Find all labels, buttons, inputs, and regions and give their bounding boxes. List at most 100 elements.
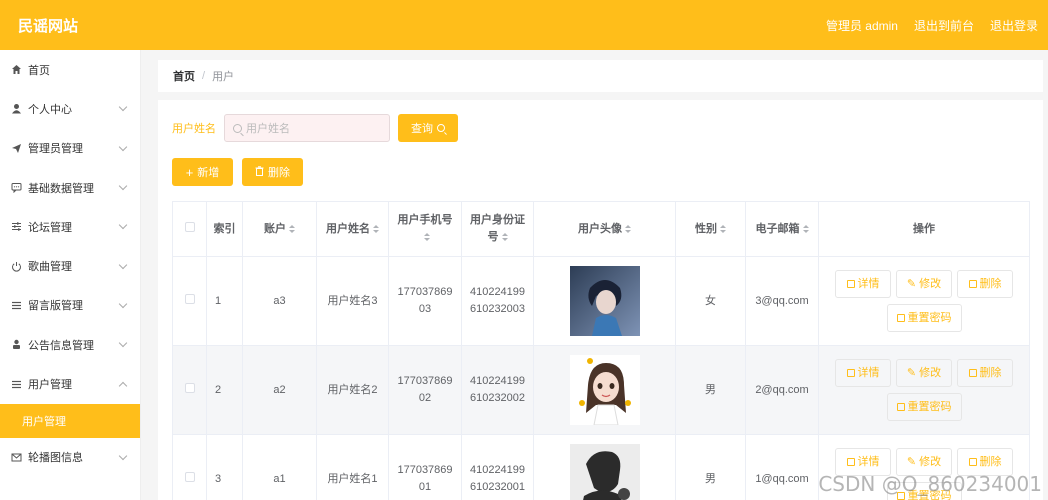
cell-gender: 男	[675, 434, 746, 500]
search-icon	[233, 123, 242, 133]
col-idcard[interactable]: 用户身份证号	[461, 201, 534, 257]
chevron-down-icon	[118, 142, 128, 151]
sidebar-item-label: 留言版管理	[28, 300, 83, 313]
sidebar-item-songs[interactable]: 歌曲管理	[0, 246, 140, 285]
col-gender[interactable]: 性别	[675, 201, 746, 257]
detail-label: 详情	[857, 277, 880, 290]
col-ops-label: 操作	[913, 222, 935, 235]
logout-link[interactable]: 退出登录	[990, 17, 1038, 34]
query-button-label: 查询	[411, 123, 433, 135]
list-icon	[11, 300, 22, 311]
select-all-cell	[172, 201, 207, 257]
cell-idcard: 410224199610232001	[461, 434, 534, 500]
delete-button[interactable]: 删除	[957, 359, 1013, 387]
sidebar-item-users[interactable]: 用户管理	[0, 364, 140, 403]
col-account[interactable]: 账户	[242, 201, 317, 257]
trash-icon	[255, 165, 264, 179]
cell-email: 3@qq.com	[745, 256, 819, 346]
batch-delete-button[interactable]: 删除	[242, 158, 303, 186]
cell-account: a3	[242, 256, 317, 346]
detail-button[interactable]: 详情	[835, 270, 891, 298]
admin-label: 管理员 admin	[825, 18, 898, 33]
cell-idcard: 410224199610232002	[461, 345, 534, 435]
sort-icon[interactable]	[720, 224, 726, 233]
cell-phone: 17703786901	[388, 434, 462, 500]
sort-icon[interactable]	[373, 224, 379, 233]
sidebar-item-carousel[interactable]: 轮播图信息	[0, 438, 140, 477]
chevron-up-icon	[118, 381, 128, 390]
cell-gender: 女	[675, 256, 746, 346]
sidebar-item-profile[interactable]: 个人中心	[0, 89, 140, 128]
detail-button[interactable]: 详情	[835, 359, 891, 387]
person-icon	[11, 339, 22, 350]
sort-icon[interactable]	[501, 233, 508, 242]
top-bar: 民谣网站 管理员 admin 退出到前台 退出登录	[0, 0, 1048, 50]
sidebar-item-home[interactable]: 首页	[0, 50, 140, 89]
send-icon	[11, 143, 22, 154]
reset-password-button[interactable]: 重置密码	[886, 304, 962, 332]
sidebar-item-label: 基础数据管理	[28, 182, 94, 195]
col-avatar[interactable]: 用户头像	[533, 201, 676, 257]
cell-idcard-text: 410224199610232001	[469, 464, 526, 493]
edit-button[interactable]: ✎ 修改	[896, 270, 952, 298]
main-content: 首页 / 用户 用户姓名 用户姓名 查询 + 新增 删除 索引 账户 用户姓名 …	[158, 60, 1043, 500]
row-actions: 详情 ✎ 修改 删除 重置密码	[819, 270, 1029, 332]
detail-label: 详情	[857, 455, 880, 468]
cell-index: 2	[206, 345, 243, 435]
edit-button[interactable]: ✎ 修改	[896, 359, 952, 387]
row-checkbox[interactable]	[184, 471, 195, 482]
sidebar-item-messages[interactable]: 留言版管理	[0, 286, 140, 325]
document-icon	[846, 280, 855, 288]
sort-icon[interactable]	[423, 233, 430, 242]
row-actions: 详情 ✎ 修改 删除 重置密码	[819, 359, 1029, 421]
front-link[interactable]: 退出到前台	[914, 17, 974, 34]
col-phone[interactable]: 用户手机号	[388, 201, 462, 257]
sidebar-item-notices[interactable]: 公告信息管理	[0, 325, 140, 364]
breadcrumb-current: 用户	[212, 71, 235, 83]
sidebar-subitem-user-manage[interactable]: 用户管理	[0, 403, 140, 438]
sidebar-item-basedata[interactable]: 基础数据管理	[0, 168, 140, 207]
chevron-down-icon	[118, 181, 128, 191]
sort-icon[interactable]	[289, 224, 295, 233]
cell-avatar	[533, 345, 676, 435]
row-checkbox[interactable]	[184, 293, 195, 304]
cell-email: 1@qq.com	[745, 434, 819, 500]
document-icon	[846, 458, 855, 466]
col-gender-label: 性别	[695, 222, 717, 235]
cell-avatar	[533, 256, 676, 346]
sidebar-item-admin[interactable]: 管理员管理	[0, 129, 140, 168]
cell-ops: 详情 ✎ 修改 删除 重置密码	[818, 256, 1030, 346]
row-checkbox[interactable]	[184, 382, 195, 393]
cell-account: a2	[242, 345, 317, 435]
delete-button[interactable]: 删除	[957, 270, 1013, 298]
row-actions-top: 详情 ✎ 修改 删除	[835, 359, 1013, 387]
user-avatar-image[interactable]	[569, 266, 640, 336]
row-select-cell	[172, 256, 207, 346]
select-all-checkbox[interactable]	[184, 221, 195, 232]
chat-icon	[11, 182, 22, 194]
delete-button-label: 删除	[268, 167, 290, 179]
col-name[interactable]: 用户姓名	[316, 201, 389, 257]
breadcrumb: 首页 / 用户	[158, 60, 1043, 92]
cell-account: a1	[242, 434, 317, 500]
sidebar-item-forum[interactable]: 论坛管理	[0, 207, 140, 246]
user-avatar-image[interactable]	[569, 355, 640, 425]
plus-icon: +	[185, 164, 194, 180]
search-icon	[437, 124, 445, 132]
sort-icon[interactable]	[802, 224, 809, 233]
col-email[interactable]: 电子邮箱	[745, 201, 819, 257]
pencil-icon: ✎	[906, 366, 917, 379]
home-icon	[11, 64, 22, 75]
row-actions-top: 详情 ✎ 修改 删除	[835, 270, 1013, 298]
query-button[interactable]: 查询	[398, 114, 458, 142]
chevron-down-icon	[118, 338, 128, 348]
add-button[interactable]: + 新增	[172, 158, 233, 186]
chevron-down-icon	[118, 451, 128, 461]
breadcrumb-home[interactable]: 首页	[173, 68, 195, 84]
delete-label: 删除	[979, 366, 1002, 379]
user-avatar-image[interactable]	[569, 444, 640, 500]
search-input[interactable]: 用户姓名	[224, 114, 390, 142]
reset-password-button[interactable]: 重置密码	[886, 393, 962, 421]
sort-icon[interactable]	[625, 224, 631, 233]
list-icon	[11, 379, 22, 390]
